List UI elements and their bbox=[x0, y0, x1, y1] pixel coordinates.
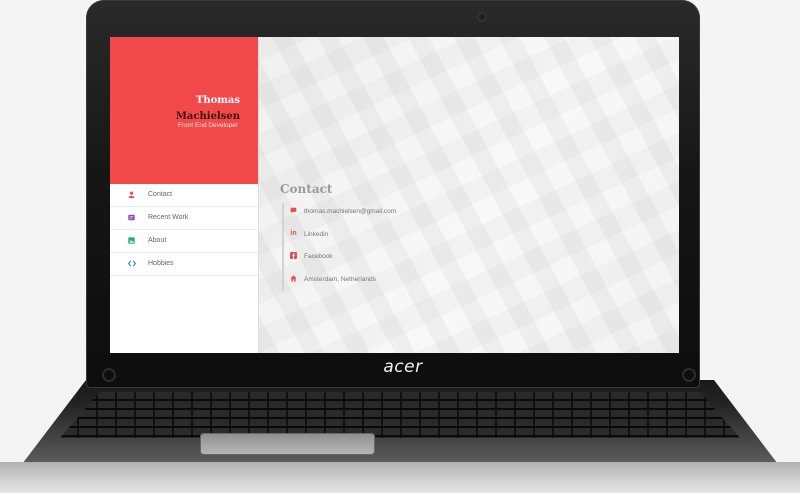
profile-role: Front End Developer bbox=[178, 122, 238, 129]
contact-location: Amsterdam, Netherlands bbox=[304, 275, 376, 283]
briefcase-icon bbox=[128, 214, 135, 221]
laptop-stage: acer Thomas Machielsen Front End Develop… bbox=[0, 0, 800, 493]
profile-name: Thomas Machielsen bbox=[120, 93, 240, 125]
code-icon bbox=[128, 260, 136, 267]
touchpad bbox=[200, 433, 375, 455]
laptop-front-edge bbox=[0, 462, 800, 493]
linkedin-icon: in bbox=[290, 229, 297, 237]
sidebar-item-label: Contact bbox=[148, 191, 173, 198]
sidebar-item-label: Recent Work bbox=[148, 214, 189, 221]
sidebar-item-label: Hobbies bbox=[148, 260, 174, 267]
keyboard-rows bbox=[60, 392, 740, 438]
sidebar-item-hobbies[interactable]: Hobbies bbox=[110, 253, 258, 276]
sidebar-nav: Contact Recent Work About Hobbies bbox=[110, 184, 258, 276]
facebook-icon bbox=[290, 252, 297, 259]
sidebar-item-recent-work[interactable]: Recent Work bbox=[110, 207, 258, 230]
contact-item-linkedin[interactable]: in Linkedin bbox=[284, 226, 484, 249]
sidebar: Thomas Machielsen Front End Developer Co… bbox=[110, 37, 259, 353]
user-icon bbox=[128, 191, 135, 198]
contact-list: thomas.machielsen@gmail.com in Linkedin … bbox=[282, 203, 484, 291]
image-icon bbox=[128, 237, 135, 244]
contact-item-facebook[interactable]: Facebook bbox=[284, 248, 484, 271]
chat-icon bbox=[290, 207, 297, 214]
contact-facebook: Facebook bbox=[304, 253, 333, 260]
profile-first-name: Thomas bbox=[195, 95, 240, 106]
page-title: Contact bbox=[280, 182, 333, 196]
brand-logo: acer bbox=[383, 357, 423, 377]
hinge-right bbox=[682, 368, 696, 382]
hinge-left bbox=[102, 368, 116, 382]
sidebar-item-about[interactable]: About bbox=[110, 230, 258, 253]
main-content: Contact thomas.machielsen@gmail.com in L… bbox=[259, 37, 679, 353]
screen: Thomas Machielsen Front End Developer Co… bbox=[110, 37, 679, 353]
contact-linkedin: Linkedin bbox=[304, 230, 329, 238]
contact-email: thomas.machielsen@gmail.com bbox=[304, 208, 397, 215]
sidebar-item-contact[interactable]: Contact bbox=[110, 184, 258, 207]
contact-item-email[interactable]: thomas.machielsen@gmail.com bbox=[284, 203, 484, 226]
webcam-icon bbox=[477, 12, 487, 22]
profile-header: Thomas Machielsen Front End Developer bbox=[110, 37, 258, 184]
home-icon bbox=[290, 274, 297, 282]
sidebar-item-label: About bbox=[148, 237, 167, 244]
contact-item-location: Amsterdam, Netherlands bbox=[284, 271, 484, 294]
